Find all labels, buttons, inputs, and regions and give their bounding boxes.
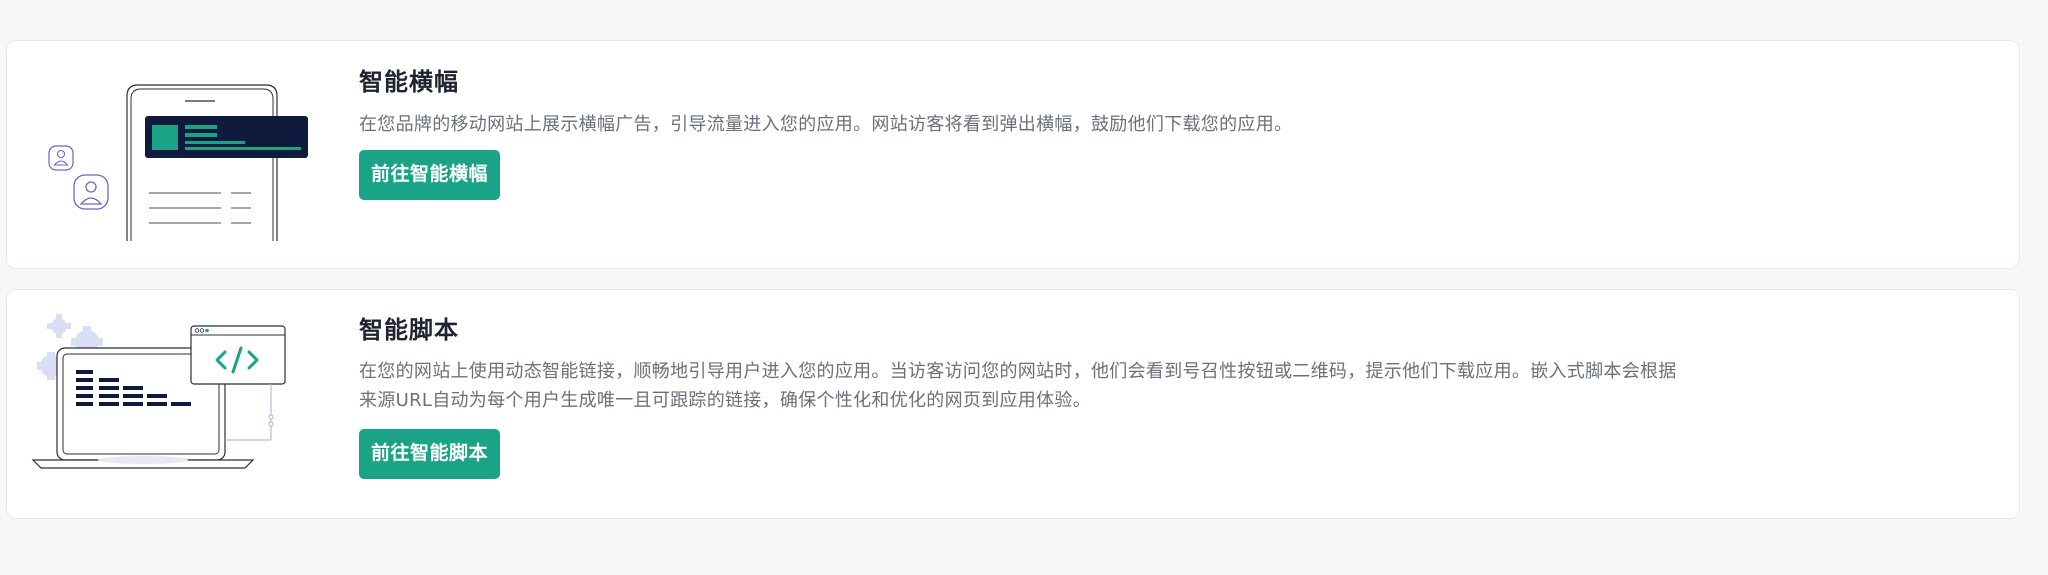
smart-banner-card: 智能横幅 在您品牌的移动网站上展示横幅广告，引导流量进入您的应用。网站访客将看到… bbox=[6, 40, 2020, 269]
smart-script-title: 智能脚本 bbox=[359, 316, 459, 344]
smart-banner-title: 智能横幅 bbox=[359, 68, 459, 96]
phone-banner-illustration bbox=[25, 41, 325, 268]
smart-script-content: 智能脚本 在您的网站上使用动态智能链接，顺畅地引导用户进入您的应用。当访客访问您… bbox=[359, 313, 1689, 479]
smart-script-card: 智能脚本 在您的网站上使用动态智能链接，顺畅地引导用户进入您的应用。当访客访问您… bbox=[6, 289, 2020, 519]
smart-banner-description: 在您品牌的移动网站上展示横幅广告，引导流量进入您的应用。网站访客将看到弹出横幅，… bbox=[359, 114, 1293, 135]
smart-script-description: 在您的网站上使用动态智能链接，顺畅地引导用户进入您的应用。当访客访问您的网站时，… bbox=[359, 361, 1677, 411]
go-to-smart-script-button[interactable]: 前往智能脚本 bbox=[359, 429, 501, 479]
laptop-code-illustration bbox=[25, 290, 325, 518]
go-to-smart-banner-button[interactable]: 前往智能横幅 bbox=[359, 150, 501, 200]
smart-banner-content: 智能横幅 在您品牌的移动网站上展示横幅广告，引导流量进入您的应用。网站访客将看到… bbox=[359, 65, 1292, 200]
